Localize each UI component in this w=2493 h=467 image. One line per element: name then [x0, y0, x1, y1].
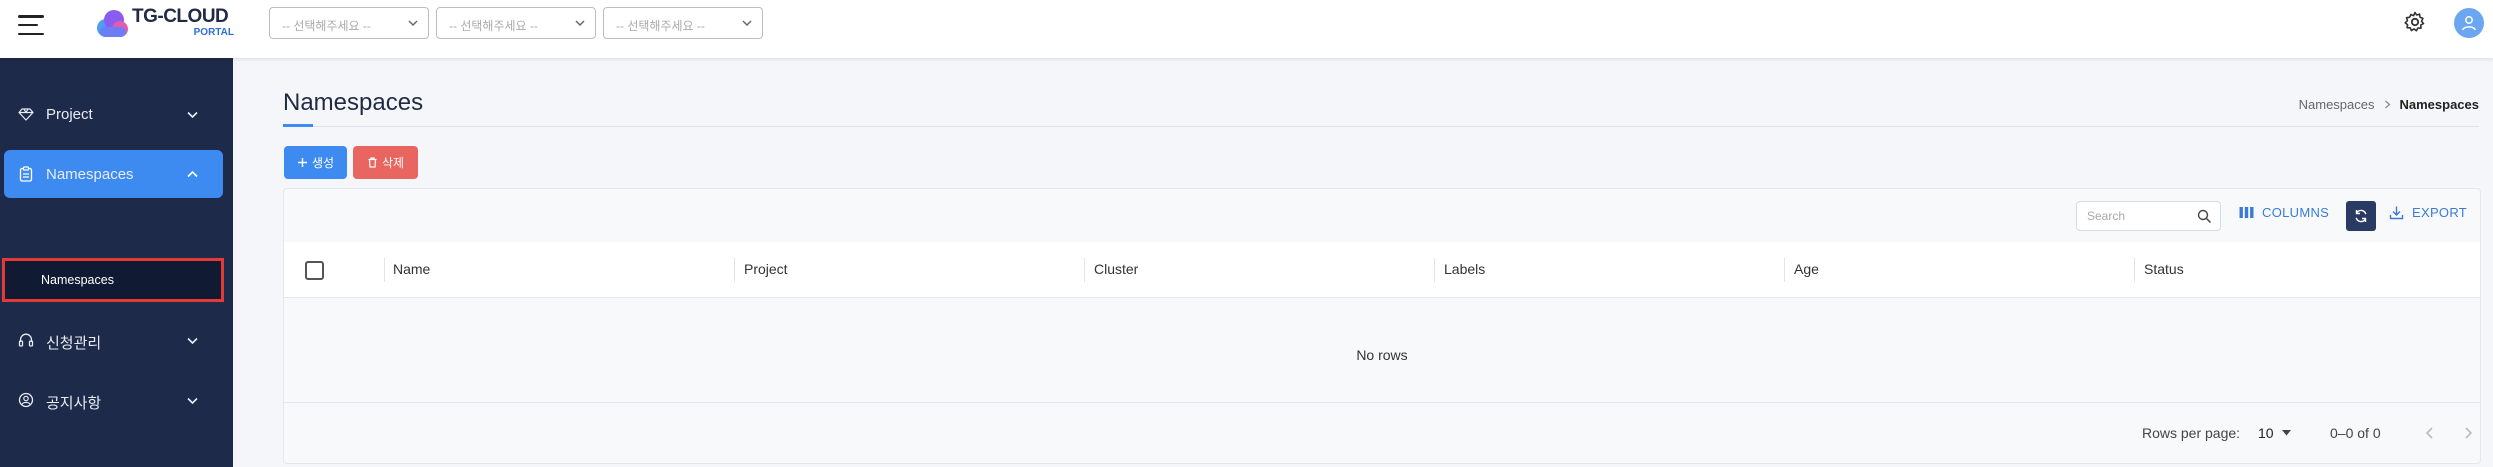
- data-grid: COLUMNS EXPORT Name Project Cluster L: [283, 188, 2481, 464]
- cloud-logo-icon: [97, 10, 128, 37]
- title-accent: [283, 124, 313, 127]
- breadcrumb-current: Namespaces: [2399, 97, 2480, 112]
- select-all-checkbox[interactable]: [305, 261, 324, 280]
- pagination-range: 0–0 of 0: [2330, 425, 2381, 441]
- chevron-down-icon: [187, 397, 198, 405]
- sidebar-subitem-namespaces[interactable]: Namespaces: [2, 258, 224, 302]
- column-separator: [1434, 258, 1435, 282]
- column-header-name[interactable]: Name: [393, 261, 430, 277]
- export-label: EXPORT: [2412, 205, 2468, 220]
- search-input[interactable]: [2087, 209, 2197, 223]
- gear-icon[interactable]: [2403, 10, 2427, 34]
- column-separator: [1784, 258, 1785, 282]
- column-header-status[interactable]: Status: [2144, 261, 2184, 277]
- headset-icon: [18, 333, 34, 347]
- column-separator: [734, 258, 735, 282]
- filter-select-3[interactable]: -- 선택해주세요 --: [603, 7, 763, 39]
- grid-toolbar: COLUMNS EXPORT: [284, 189, 2480, 242]
- brand-subtitle: PORTAL: [193, 27, 234, 38]
- columns-label: COLUMNS: [2262, 205, 2330, 220]
- column-header-age[interactable]: Age: [1794, 261, 1819, 277]
- title-divider: [283, 126, 2479, 127]
- sidebar-item-label: 공지사항: [46, 395, 102, 412]
- chevron-up-icon: [187, 170, 198, 178]
- menu-toggle-icon[interactable]: [18, 12, 44, 38]
- refresh-icon: [2355, 209, 2367, 223]
- columns-icon: [2239, 207, 2254, 218]
- sidebar: Project Namespaces Namespaces 신청관리 공지사항: [0, 58, 233, 467]
- clipboard-icon: [19, 166, 33, 182]
- column-header-cluster[interactable]: Cluster: [1094, 261, 1138, 277]
- rows-per-page-label: Rows per page:: [2142, 425, 2241, 441]
- columns-button[interactable]: COLUMNS: [2239, 205, 2329, 220]
- rows-per-page-select[interactable]: 10: [2258, 425, 2291, 441]
- chevron-down-icon: [408, 20, 418, 27]
- sidebar-item-label: Project: [46, 106, 93, 123]
- chevron-right-icon: [2384, 100, 2390, 109]
- export-button[interactable]: EXPORT: [2389, 205, 2467, 220]
- delete-button[interactable]: 삭제: [353, 146, 418, 179]
- sidebar-item-label: 신청관리: [46, 335, 102, 352]
- previous-page-icon[interactable]: [2420, 423, 2440, 443]
- delete-button-label: 삭제: [381, 156, 405, 170]
- sidebar-subitem-label: Namespaces: [41, 273, 114, 287]
- column-separator: [2134, 258, 2135, 282]
- create-button[interactable]: 생성: [284, 146, 347, 179]
- download-icon: [2389, 206, 2404, 220]
- search-box[interactable]: [2076, 201, 2221, 231]
- user-circle-icon: [18, 392, 34, 408]
- select-placeholder: -- 선택해주세요 --: [616, 19, 705, 33]
- plus-icon: [297, 158, 307, 167]
- grid-header-row: Name Project Cluster Labels Age Status: [284, 242, 2480, 298]
- filter-select-2[interactable]: -- 선택해주세요 --: [436, 7, 596, 39]
- chevron-down-icon: [187, 337, 198, 345]
- chevron-down-icon: [575, 20, 585, 27]
- user-avatar[interactable]: [2454, 8, 2484, 38]
- refresh-button[interactable]: [2346, 201, 2376, 231]
- rows-per-page-value: 10: [2258, 425, 2274, 441]
- brand-title: TG-CLOUD: [132, 6, 229, 27]
- breadcrumb-link[interactable]: Namespaces: [2299, 97, 2375, 112]
- sidebar-item-notices[interactable]: 공지사항: [4, 376, 223, 424]
- sidebar-item-namespaces[interactable]: Namespaces: [4, 150, 223, 198]
- column-separator: [384, 258, 385, 282]
- create-button-label: 생성: [311, 156, 335, 170]
- chevron-down-icon: [742, 20, 752, 27]
- gem-icon: [18, 108, 34, 121]
- sidebar-item-project[interactable]: Project: [4, 90, 223, 138]
- column-separator: [1084, 258, 1085, 282]
- top-bar: TG-CLOUD PORTAL -- 선택해주세요 -- -- 선택해주세요 -…: [0, 0, 2493, 58]
- select-placeholder: -- 선택해주세요 --: [449, 19, 538, 33]
- filter-select-1[interactable]: -- 선택해주세요 --: [269, 7, 429, 39]
- empty-message: No rows: [1356, 347, 1408, 363]
- breadcrumb: Namespaces Namespaces: [2299, 97, 2479, 112]
- column-header-labels[interactable]: Labels: [1444, 261, 1485, 277]
- column-header-project[interactable]: Project: [744, 261, 788, 277]
- sidebar-item-label: Namespaces: [46, 166, 134, 183]
- trash-icon: [368, 157, 377, 168]
- brand-logo[interactable]: TG-CLOUD PORTAL: [92, 4, 242, 44]
- page-title: Namespaces: [283, 89, 424, 116]
- chevron-down-icon: [187, 111, 198, 119]
- grid-footer: Rows per page: 10 0–0 of 0: [284, 402, 2480, 464]
- next-page-icon[interactable]: [2458, 423, 2478, 443]
- select-placeholder: -- 선택해주세요 --: [282, 19, 371, 33]
- user-icon: [2462, 16, 2476, 31]
- sidebar-item-requests[interactable]: 신청관리: [4, 316, 223, 364]
- search-icon: [2197, 209, 2212, 224]
- caret-down-icon: [2281, 430, 2291, 436]
